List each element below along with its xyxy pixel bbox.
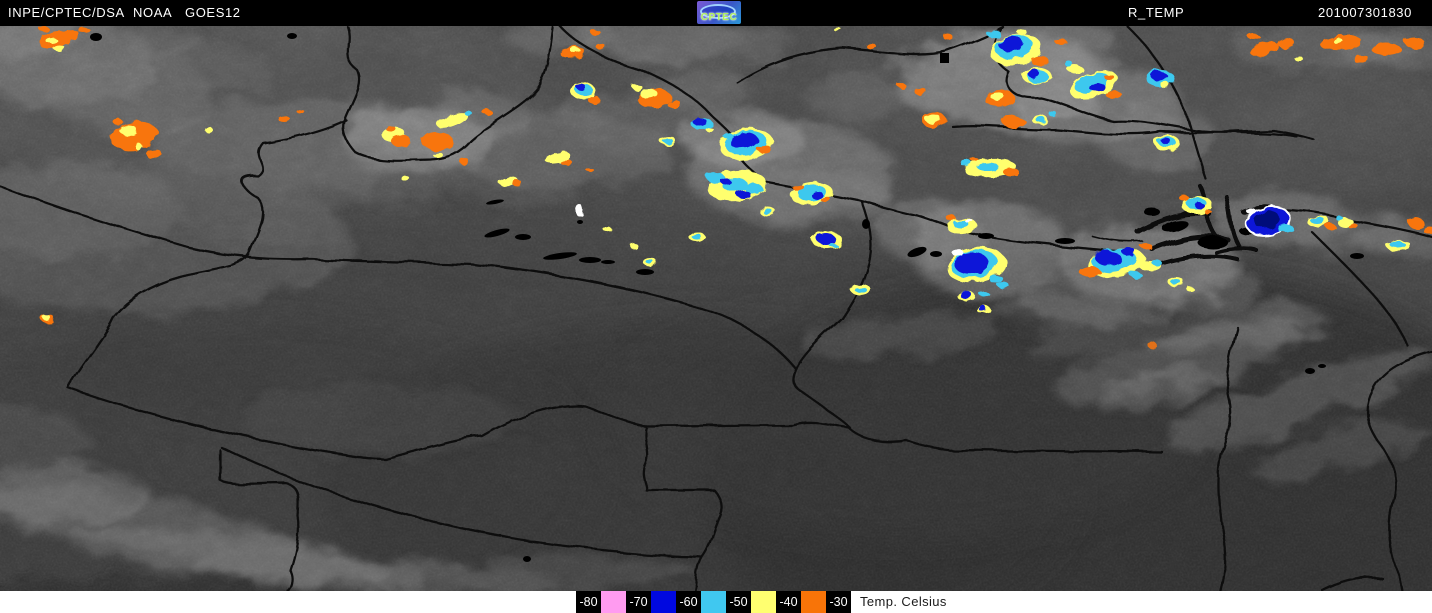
header-agency: NOAA bbox=[133, 5, 172, 20]
legend-swatch bbox=[701, 591, 726, 613]
legend-swatch bbox=[651, 591, 676, 613]
legend-title: Temp. Celsius bbox=[860, 594, 947, 609]
legend-bar: -80 -70 -60 -50 -40 -30 Temp. Celsius bbox=[0, 591, 1432, 613]
header-bar: INPE/CPTEC/DSA NOAA GOES12 CPTEC R_TEMP … bbox=[0, 0, 1432, 26]
noise-layer bbox=[0, 0, 1432, 613]
legend-swatch bbox=[751, 591, 776, 613]
legend-swatch bbox=[801, 591, 826, 613]
legend-swatch bbox=[601, 591, 626, 613]
header-timestamp: 201007301830 bbox=[1318, 5, 1412, 20]
legend-label: -30 bbox=[826, 591, 851, 613]
legend-label: -70 bbox=[626, 591, 651, 613]
header-source: INPE/CPTEC/DSA bbox=[8, 5, 125, 20]
legend-label: -60 bbox=[676, 591, 701, 613]
legend-label: -50 bbox=[726, 591, 751, 613]
temperature-legend: -80 -70 -60 -50 -40 -30 bbox=[576, 591, 851, 613]
satellite-image-viewport: INPE/CPTEC/DSA NOAA GOES12 CPTEC R_TEMP … bbox=[0, 0, 1432, 613]
legend-label: -80 bbox=[576, 591, 601, 613]
cptec-logo: CPTEC bbox=[697, 1, 741, 24]
legend-label: -40 bbox=[776, 591, 801, 613]
header-product: R_TEMP bbox=[1128, 5, 1184, 20]
satellite-map bbox=[0, 0, 1432, 613]
header-satellite: GOES12 bbox=[185, 5, 241, 20]
cptec-logo-text: CPTEC bbox=[701, 12, 737, 23]
